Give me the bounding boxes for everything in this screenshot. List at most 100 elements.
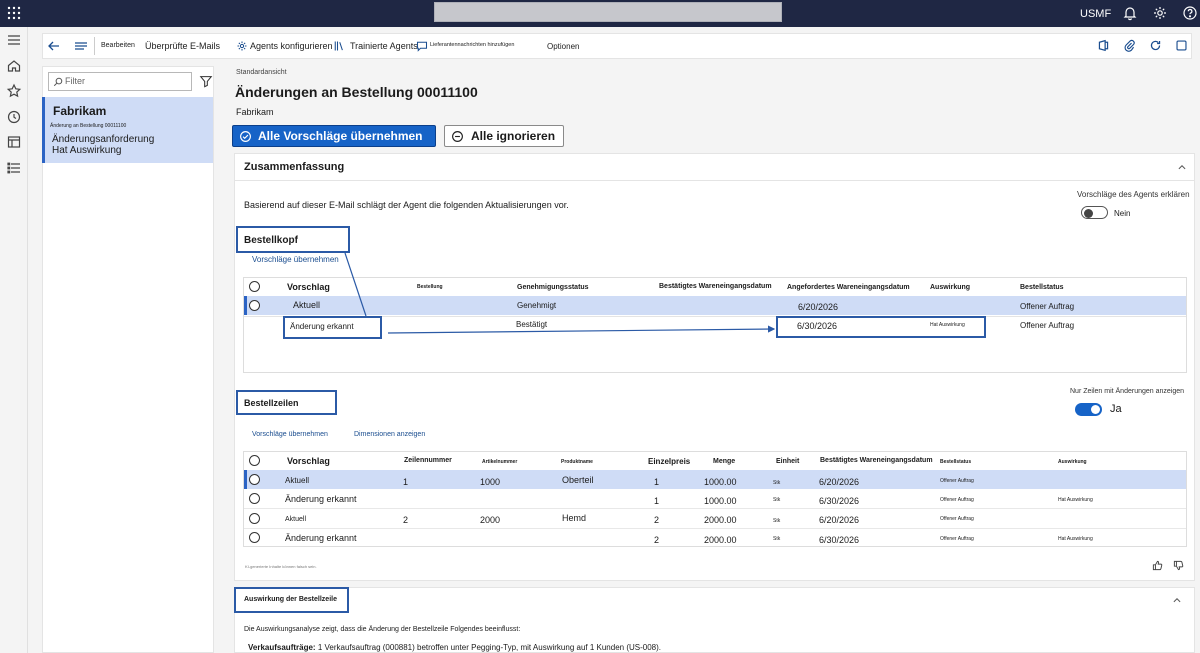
divider [244, 528, 1186, 529]
checked-emails-button[interactable]: Überprüfte E-Mails [145, 41, 220, 51]
column-header: Vorschlag [287, 282, 330, 292]
cell-item-number: 1000 [480, 477, 501, 487]
cell-status: Offener Auftrag [1020, 321, 1075, 330]
cell-price: 1 [654, 477, 660, 487]
sales-orders-impact: Verkaufsaufträge: 1 Verkaufsauftrag (000… [248, 643, 661, 652]
toggle-knob [1091, 404, 1100, 414]
cell-line-number: 1 [403, 477, 409, 487]
bell-icon[interactable] [1122, 5, 1138, 21]
row-radio[interactable] [249, 474, 260, 485]
cell-unit: Stk [773, 536, 781, 542]
thumbs-up-icon[interactable] [1152, 560, 1163, 571]
summary-intro: Basierend auf dieser E-Mail schlägt der … [244, 200, 569, 210]
hamburger-icon[interactable] [6, 32, 22, 48]
list-item-line1: Änderungsanforderung [52, 134, 155, 145]
lines-accept-link[interactable]: Vorschläge übernehmen [252, 431, 328, 438]
column-header: Zeilennummer [404, 457, 452, 464]
header-accept-link[interactable]: Vorschläge übernehmen [252, 255, 339, 264]
show-dimensions-link[interactable]: Dimensionen anzeigen [354, 431, 425, 438]
column-header: Einheit [776, 458, 800, 465]
cell-approval: Bestätigt [516, 320, 548, 329]
thumbs-down-icon[interactable] [1173, 560, 1184, 571]
refresh-icon[interactable] [1149, 39, 1162, 52]
cell-quantity: 1000.00 [704, 496, 737, 506]
cell-proposal: Änderung erkannt [285, 533, 357, 543]
filter-funnel-icon[interactable] [199, 74, 213, 88]
column-header: Artikelnummer [482, 459, 518, 465]
sales-orders-text: 1 Verkaufsauftrag (000881) betroffen unt… [317, 643, 661, 652]
divider [234, 180, 1195, 181]
clock-icon[interactable] [6, 109, 22, 125]
chevron-up-icon[interactable] [1177, 162, 1187, 172]
check-circle-icon [240, 131, 251, 142]
list-item-selected[interactable]: Fabrikam Änderung an Bestellung 00011100… [42, 97, 213, 163]
cell-price: 1 [654, 496, 660, 506]
gear-icon[interactable] [1152, 5, 1168, 21]
attachment-icon[interactable] [1123, 39, 1136, 52]
chevron-up-icon[interactable] [1172, 595, 1182, 605]
trained-agents-button[interactable]: Trainierte Agents [350, 41, 418, 51]
cell-product: Oberteil [562, 475, 594, 485]
sales-orders-label: Verkaufsaufträge: [248, 643, 316, 652]
view-selector[interactable]: Standardansicht [236, 69, 287, 76]
cell-status: Offener Auftrag [940, 478, 974, 484]
configure-agents-button[interactable]: Agents konfigurieren [250, 41, 333, 51]
cell-proposal: Änderung erkannt [290, 322, 354, 331]
cell-proposal: Aktuell [285, 516, 307, 523]
minus-circle-icon [452, 131, 463, 142]
workspace-icon[interactable] [6, 134, 22, 150]
row-radio[interactable] [249, 300, 260, 311]
select-all-radio[interactable] [249, 281, 260, 292]
column-header: Auswirkung [1058, 459, 1087, 465]
ignore-all-button[interactable]: Alle ignorieren [444, 125, 564, 147]
open-new-window-icon[interactable] [1175, 39, 1188, 52]
order-header-title: Bestellkopf [244, 235, 298, 246]
row-radio[interactable] [249, 513, 260, 524]
cell-impact: Hat Auswirkung [1058, 536, 1093, 542]
row-indicator [244, 296, 247, 315]
explain-agent-toggle[interactable] [1081, 206, 1108, 219]
office-icon[interactable] [1097, 39, 1110, 52]
column-header: Vorschlag [287, 456, 330, 466]
cell-proposal: Änderung erkannt [285, 494, 357, 504]
only-changes-toggle[interactable] [1075, 403, 1102, 416]
page-title: Änderungen an Bestellung 00011100 [235, 84, 478, 100]
select-all-radio[interactable] [249, 455, 260, 466]
search-input[interactable] [434, 2, 782, 22]
cell-status: Offener Auftrag [1020, 302, 1075, 311]
accept-all-button[interactable]: Alle Vorschläge übernehmen [232, 125, 436, 147]
cell-status: Offener Auftrag [940, 536, 974, 542]
back-arrow-icon[interactable] [46, 38, 62, 54]
cell-impact: Hat Auswirkung [1058, 497, 1093, 503]
cell-proposal: Aktuell [285, 476, 310, 485]
app-launcher-icon[interactable] [6, 5, 22, 21]
vendor-name: Fabrikam [236, 107, 274, 117]
cell-requested-date: 6/20/2026 [798, 302, 839, 312]
books-icon [333, 40, 345, 52]
cell-status: Offener Auftrag [940, 516, 974, 522]
action-menu-icon[interactable] [73, 38, 89, 54]
edit-button[interactable]: Bearbeiten [101, 42, 135, 49]
summary-title: Zusammenfassung [244, 161, 345, 173]
order-lines-title: Bestellzeilen [244, 398, 299, 408]
cell-quantity: 2000.00 [704, 535, 737, 545]
filter-placeholder: Filter [65, 76, 85, 86]
cell-date: 6/20/2026 [819, 515, 860, 525]
star-icon[interactable] [6, 83, 22, 99]
cell-date: 6/30/2026 [819, 496, 860, 506]
row-radio[interactable] [249, 532, 260, 543]
cell-quantity: 1000.00 [704, 477, 737, 487]
row-radio[interactable] [249, 493, 260, 504]
modules-list-icon[interactable] [6, 160, 22, 176]
only-changes-label: Nur Zeilen mit Änderungen anzeigen [1070, 388, 1185, 395]
only-changes-value: Ja [1110, 403, 1122, 415]
help-icon[interactable] [1182, 5, 1198, 21]
add-vendor-messages-button[interactable]: Lieferantennachrichten hinzufügen [430, 42, 514, 48]
divider [244, 508, 1186, 509]
divider [94, 37, 95, 55]
impact-title: Auswirkung der Bestellzeile [244, 596, 337, 603]
options-button[interactable]: Optionen [547, 42, 579, 51]
home-icon[interactable] [6, 58, 22, 74]
filter-input[interactable]: Filter [48, 72, 192, 91]
company-selector[interactable]: USMF [1080, 8, 1111, 20]
